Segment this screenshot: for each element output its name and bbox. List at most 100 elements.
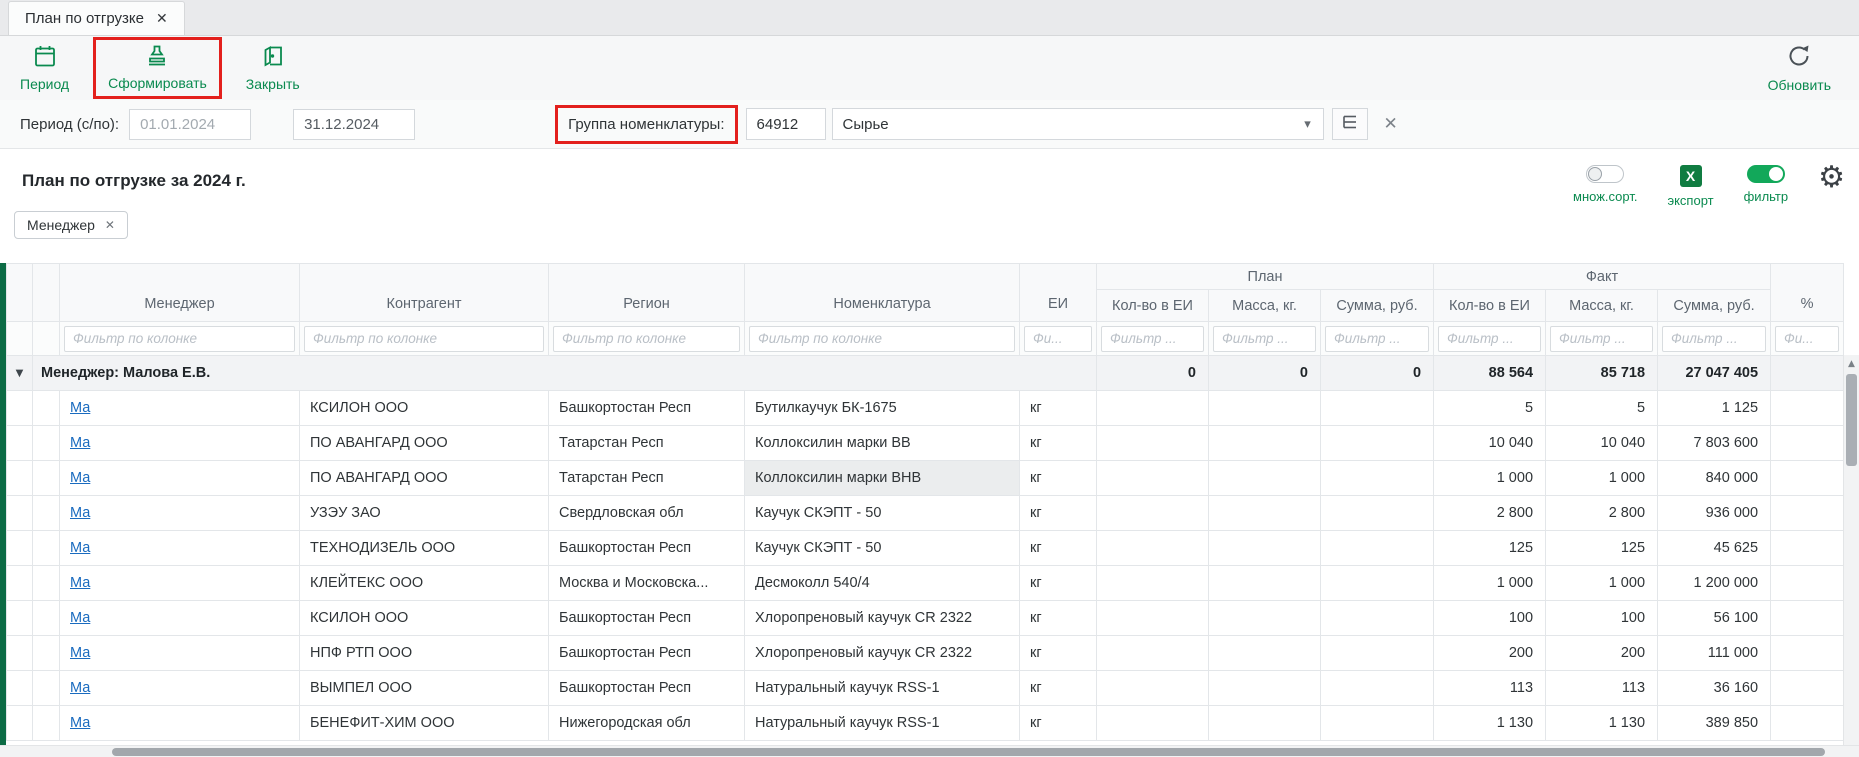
- plan-qty-cell[interactable]: [1097, 601, 1209, 636]
- unit-cell[interactable]: кг: [1020, 601, 1097, 636]
- vertical-scroll-thumb[interactable]: [1846, 374, 1857, 466]
- percent-cell[interactable]: [1771, 496, 1844, 531]
- plan-sum-cell[interactable]: [1321, 391, 1434, 426]
- fact-sum-cell[interactable]: 111 000: [1658, 636, 1771, 671]
- nomenclature-cell[interactable]: Бутилкаучук БК-1675: [745, 391, 1020, 426]
- close-button[interactable]: Закрыть: [246, 44, 300, 92]
- column-header-manager[interactable]: Менеджер: [60, 264, 300, 322]
- counterparty-cell[interactable]: УЗЭУ ЗАО: [300, 496, 549, 531]
- fact-qty-cell[interactable]: 5: [1434, 391, 1546, 426]
- manager-link[interactable]: Ма: [70, 435, 90, 451]
- fact-mass-cell[interactable]: 100: [1546, 601, 1658, 636]
- region-cell[interactable]: Башкортостан Респ: [549, 636, 745, 671]
- fact-mass-cell[interactable]: 1 000: [1546, 461, 1658, 496]
- nomenclature-cell[interactable]: Каучук СКЭПТ - 50: [745, 531, 1020, 566]
- manager-link[interactable]: Ма: [70, 715, 90, 731]
- unit-cell[interactable]: кг: [1020, 531, 1097, 566]
- manager-cell[interactable]: Ма: [60, 706, 300, 741]
- fact-mass-cell[interactable]: 1 130: [1546, 706, 1658, 741]
- region-cell[interactable]: Башкортостан Респ: [549, 391, 745, 426]
- column-header-fact-qty[interactable]: Кол-во в ЕИ: [1434, 290, 1546, 322]
- plan-qty-cell[interactable]: [1097, 566, 1209, 601]
- nomenclature-cell[interactable]: Каучук СКЭПТ - 50: [745, 496, 1020, 531]
- counterparty-cell[interactable]: ПО АВАНГАРД ООО: [300, 426, 549, 461]
- manager-link[interactable]: Ма: [70, 400, 90, 416]
- plan-sum-cell[interactable]: [1321, 566, 1434, 601]
- plan-qty-cell[interactable]: [1097, 636, 1209, 671]
- counterparty-cell[interactable]: КЛЕЙТЕКС ООО: [300, 566, 549, 601]
- unit-cell[interactable]: кг: [1020, 496, 1097, 531]
- nomenclature-cell[interactable]: Хлоропреновый каучук CR 2322: [745, 601, 1020, 636]
- percent-cell[interactable]: [1771, 461, 1844, 496]
- region-cell[interactable]: Башкортостан Респ: [549, 671, 745, 706]
- region-cell[interactable]: Нижегородская обл: [549, 706, 745, 741]
- counterparty-cell[interactable]: ВЫМПЕЛ ООО: [300, 671, 549, 706]
- filter-input-plan-qty[interactable]: [1101, 326, 1204, 352]
- unit-cell[interactable]: кг: [1020, 671, 1097, 706]
- fact-mass-cell[interactable]: 125: [1546, 531, 1658, 566]
- fact-qty-cell[interactable]: 125: [1434, 531, 1546, 566]
- plan-qty-cell[interactable]: [1097, 671, 1209, 706]
- manager-link[interactable]: Ма: [70, 610, 90, 626]
- region-cell[interactable]: Татарстан Респ: [549, 426, 745, 461]
- chevron-down-icon[interactable]: ▾: [1293, 117, 1323, 132]
- fact-mass-cell[interactable]: 113: [1546, 671, 1658, 706]
- fact-qty-cell[interactable]: 113: [1434, 671, 1546, 706]
- tab-shipment-plan[interactable]: План по отгрузке ✕: [8, 1, 185, 35]
- vertical-scrollbar[interactable]: ▲: [1843, 355, 1859, 745]
- plan-sum-cell[interactable]: [1321, 636, 1434, 671]
- nomenclature-cell[interactable]: Натуральный каучук RSS-1: [745, 706, 1020, 741]
- plan-qty-cell[interactable]: [1097, 531, 1209, 566]
- counterparty-cell[interactable]: ТЕХНОДИЗЕЛЬ ООО: [300, 531, 549, 566]
- manager-cell[interactable]: Ма: [60, 461, 300, 496]
- unit-cell[interactable]: кг: [1020, 391, 1097, 426]
- gear-icon[interactable]: ⚙: [1818, 165, 1845, 191]
- fact-mass-cell[interactable]: 1 000: [1546, 566, 1658, 601]
- refresh-button[interactable]: Обновить: [1768, 43, 1831, 93]
- percent-cell[interactable]: [1771, 636, 1844, 671]
- nomenclature-cell[interactable]: Хлоропреновый каучук CR 2322: [745, 636, 1020, 671]
- period-button[interactable]: Период: [20, 44, 69, 92]
- plan-mass-cell[interactable]: [1209, 566, 1321, 601]
- plan-mass-cell[interactable]: [1209, 531, 1321, 566]
- plan-qty-cell[interactable]: [1097, 706, 1209, 741]
- plan-qty-cell[interactable]: [1097, 461, 1209, 496]
- manager-cell[interactable]: Ма: [60, 636, 300, 671]
- fact-sum-cell[interactable]: 936 000: [1658, 496, 1771, 531]
- unit-cell[interactable]: кг: [1020, 706, 1097, 741]
- fact-qty-cell[interactable]: 10 040: [1434, 426, 1546, 461]
- excel-export-icon[interactable]: X: [1680, 165, 1702, 187]
- manager-link[interactable]: Ма: [70, 540, 90, 556]
- unit-cell[interactable]: кг: [1020, 426, 1097, 461]
- filter-input-fact-qty[interactable]: [1438, 326, 1541, 352]
- generate-button[interactable]: Сформировать: [108, 43, 207, 91]
- multisort-toggle[interactable]: [1586, 165, 1624, 183]
- filter-input-nomenclature[interactable]: [749, 326, 1015, 352]
- manager-cell[interactable]: Ма: [60, 531, 300, 566]
- filter-toggle[interactable]: [1747, 165, 1785, 183]
- filter-input-plan-sum[interactable]: [1325, 326, 1429, 352]
- fact-mass-cell[interactable]: 5: [1546, 391, 1658, 426]
- fact-qty-cell[interactable]: 1 000: [1434, 461, 1546, 496]
- percent-cell[interactable]: [1771, 706, 1844, 741]
- plan-mass-cell[interactable]: [1209, 636, 1321, 671]
- horizontal-scroll-thumb[interactable]: [112, 748, 1825, 756]
- manager-cell[interactable]: Ма: [60, 601, 300, 636]
- fact-qty-cell[interactable]: 100: [1434, 601, 1546, 636]
- plan-sum-cell[interactable]: [1321, 496, 1434, 531]
- unit-cell[interactable]: кг: [1020, 566, 1097, 601]
- filter-input-fact-sum[interactable]: [1662, 326, 1766, 352]
- scroll-up-icon[interactable]: ▲: [1844, 355, 1859, 372]
- fact-qty-cell[interactable]: 1 130: [1434, 706, 1546, 741]
- plan-qty-cell[interactable]: [1097, 496, 1209, 531]
- hierarchy-button[interactable]: [1332, 108, 1368, 140]
- percent-cell[interactable]: [1771, 426, 1844, 461]
- counterparty-cell[interactable]: КСИЛОН ООО: [300, 601, 549, 636]
- plan-sum-cell[interactable]: [1321, 461, 1434, 496]
- manager-cell[interactable]: Ма: [60, 391, 300, 426]
- plan-sum-cell[interactable]: [1321, 531, 1434, 566]
- fact-sum-cell[interactable]: 56 100: [1658, 601, 1771, 636]
- counterparty-cell[interactable]: КСИЛОН ООО: [300, 391, 549, 426]
- nomenclature-cell[interactable]: Коллоксилин марки ВНВ: [745, 461, 1020, 496]
- filter-input-unit[interactable]: [1024, 326, 1092, 352]
